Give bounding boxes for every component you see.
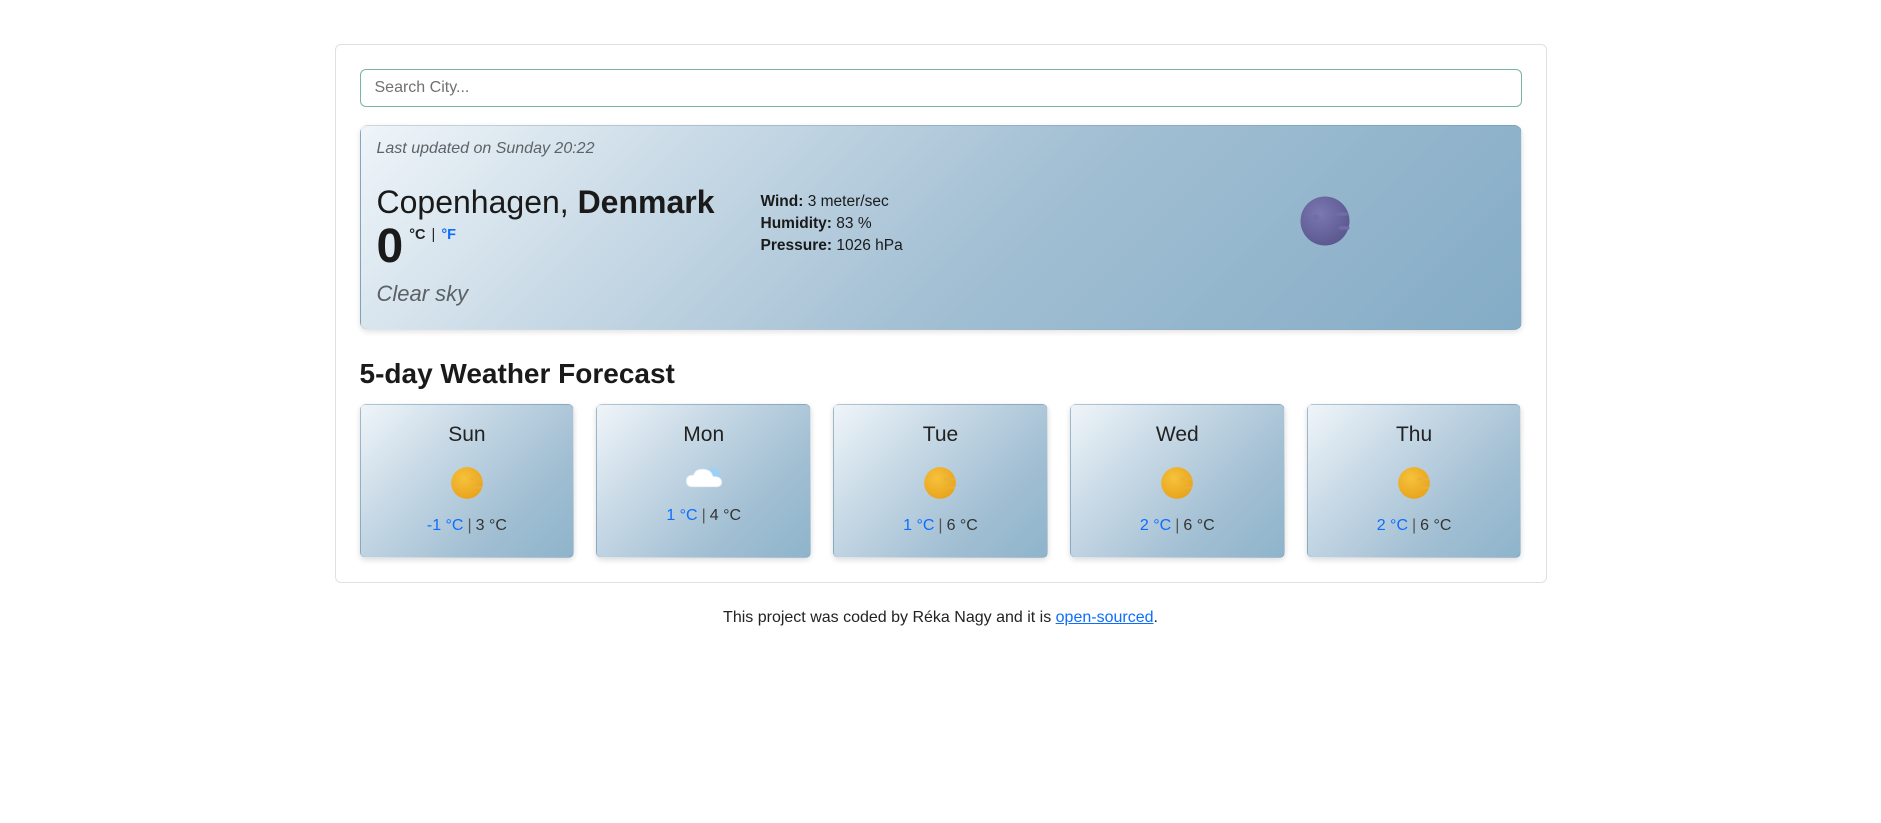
forecast-day-temps: -1 °C| 3 °C (369, 517, 566, 535)
current-weather-card: Last updated on Sunday 20:22 Copenhagen,… (360, 125, 1522, 330)
cloud-icon (605, 463, 802, 493)
sun-icon (1079, 463, 1276, 503)
forecast-day: Thu 2 °C|6 °C (1307, 404, 1522, 558)
unit-celsius[interactable]: °C (409, 227, 425, 243)
temp-separator: | (467, 517, 471, 534)
country-name: Denmark (578, 184, 715, 220)
temp-separator: | (702, 507, 706, 524)
footer-prefix: This project was coded by Réka Nagy and … (723, 609, 1056, 626)
forecast-day: Sun -1 °C| 3 °C (360, 404, 575, 558)
unit-toggle: °C | °F (409, 227, 456, 243)
current-icon-area (1145, 140, 1505, 307)
sun-icon (1316, 463, 1513, 503)
temperature-value: 0 (377, 223, 404, 271)
sun-icon (369, 463, 566, 503)
forecast-high: 6 °C (947, 517, 978, 534)
weather-app: Last updated on Sunday 20:22 Copenhagen,… (335, 44, 1547, 583)
forecast-title: 5-day Weather Forecast (360, 358, 1522, 390)
forecast-day-temps: 1 °C |4 °C (605, 507, 802, 525)
temperature-row: 0 °C | °F (377, 223, 737, 271)
forecast-day-name: Sun (369, 423, 566, 447)
footer-suffix: . (1154, 609, 1158, 626)
forecast-high: 6 °C (1183, 517, 1214, 534)
forecast-low: 2 °C (1140, 517, 1171, 534)
humidity-label: Humidity: (761, 215, 832, 232)
forecast-high: 6 °C (1420, 517, 1451, 534)
city-name: Copenhagen, (377, 184, 569, 220)
forecast-day-name: Wed (1079, 423, 1276, 447)
pressure-row: Pressure: 1026 hPa (761, 237, 1121, 255)
pressure-label: Pressure: (761, 237, 833, 254)
wind-label: Wind: (761, 193, 804, 210)
wind-value: 3 meter/sec (808, 193, 889, 210)
forecast-low: 1 °C (666, 507, 697, 524)
forecast-day: Mon 1 °C |4 °C (596, 404, 811, 558)
temp-separator: | (1175, 517, 1179, 534)
forecast-day: Wed 2 °C|6 °C (1070, 404, 1285, 558)
open-source-link[interactable]: open-sourced (1056, 609, 1154, 626)
forecast-day-temps: 1 °C| 6 °C (842, 517, 1039, 535)
moon-icon (1297, 193, 1353, 254)
forecast-day-temps: 2 °C|6 °C (1316, 517, 1513, 535)
current-left-column: Last updated on Sunday 20:22 Copenhagen,… (377, 140, 737, 307)
temp-separator: | (1412, 517, 1416, 534)
forecast-grid: Sun-1 °C|3 °CMon1 °C|4 °CTue1 °C|6 °CWed… (360, 404, 1522, 558)
forecast-high: 3 °C (476, 517, 507, 534)
pressure-value: 1026 hPa (836, 237, 902, 254)
footer: This project was coded by Réka Nagy and … (0, 609, 1881, 627)
temp-separator: | (938, 517, 942, 534)
forecast-day: Tue 1 °C| 6 °C (833, 404, 1048, 558)
unit-fahrenheit[interactable]: °F (441, 227, 456, 243)
humidity-row: Humidity: 83 % (761, 215, 1121, 233)
current-details: Wind: 3 meter/sec Humidity: 83 % Pressur… (761, 140, 1121, 307)
humidity-value: 83 % (836, 215, 871, 232)
city-country: Copenhagen, Denmark (377, 184, 737, 221)
weather-condition: Clear sky (377, 281, 737, 307)
forecast-day-name: Thu (1316, 423, 1513, 447)
forecast-day-name: Tue (842, 423, 1039, 447)
forecast-day-name: Mon (605, 423, 802, 447)
wind-row: Wind: 3 meter/sec (761, 193, 1121, 211)
last-updated: Last updated on Sunday 20:22 (377, 140, 737, 158)
search-input[interactable] (360, 69, 1522, 107)
unit-separator: | (432, 227, 436, 243)
forecast-low: 1 °C (903, 517, 934, 534)
forecast-high: 4 °C (710, 507, 741, 524)
forecast-low: 2 °C (1377, 517, 1408, 534)
forecast-low: -1 °C (427, 517, 464, 534)
sun-icon (842, 463, 1039, 503)
forecast-day-temps: 2 °C|6 °C (1079, 517, 1276, 535)
